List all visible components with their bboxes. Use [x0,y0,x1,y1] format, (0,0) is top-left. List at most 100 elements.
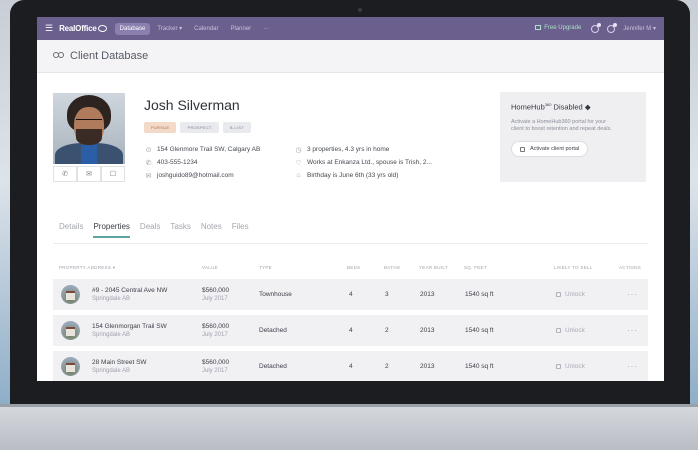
unlock-button[interactable]: Unlock [556,315,585,346]
unlock-button[interactable]: Unlock [556,279,585,310]
clock-icon: ◷ [295,146,302,154]
notifications-icon[interactable] [591,22,602,33]
homehub-description: Activate a HomeHub360 portal for your cl… [511,118,612,133]
nav-calendar[interactable]: Calendar [189,23,223,35]
app-logo[interactable]: RealOffice [59,24,107,33]
tab-tasks[interactable]: Tasks [170,222,190,238]
nav-planner[interactable]: Planner [226,23,257,35]
menu-icon[interactable]: ☰ [45,23,53,34]
table-row[interactable]: 28 Main Street SW Springdale AB $560,000 J… [53,351,648,381]
homehub-panel: HomeHub360 Disabled ◆ Activate a HomeHub… [500,92,646,182]
unlock-label: Unlock [565,291,585,298]
camera-dot [358,8,362,12]
nav-database[interactable]: Database [114,22,151,35]
properties-summary: 3 properties, 4.3 yrs in home [307,146,390,153]
header-year[interactable]: YEAR BUILT [419,265,448,270]
row-value: $560,000 [202,359,230,366]
app-screen: ☰ RealOffice Database Tracker ▾ Calendar… [37,17,664,381]
row-beds: 4 [349,363,353,370]
row-address[interactable]: #9 - 2045 Central Ave NW [92,287,167,294]
header-actions: ACTIONS [619,265,642,270]
header-sqft[interactable]: SQ. FEET [464,265,487,270]
row-type: Detached [259,363,287,370]
row-baths: 2 [385,327,389,334]
row-year: 2013 [420,291,435,298]
lock-icon [556,292,561,297]
row-city: Springdale AB [92,296,131,302]
free-upgrade-link[interactable]: Free Upgrade [535,25,582,32]
client-facts: ◷ 3 properties, 4.3 yrs in home ♡ Works at… [294,143,432,182]
table-header: PROPERTY ADDRESS ▾ VALUE TYPE BEDS BATHS… [59,265,649,273]
app-logo-text: RealOffice [59,24,97,33]
heart-icon: ♡ [295,159,302,167]
more-actions-icon[interactable]: ··· [627,290,638,299]
user-menu[interactable]: Jennifer M ▾ [623,25,656,32]
row-year: 2013 [420,327,435,334]
homehub-title-text: HomeHub [511,102,545,112]
row-city: Springdale AB [92,332,131,338]
mail-icon[interactable]: ✉ [77,166,101,182]
header-beds[interactable]: BEDS [347,265,360,270]
row-sqft: 1540 sq ft [465,327,494,334]
row-address[interactable]: 154 Glenmorgan Trail SW [92,323,167,330]
tab-deals[interactable]: Deals [140,222,160,238]
homehub-title: HomeHub360 Disabled ◆ [511,102,635,112]
row-city: Springdale AB [92,368,131,374]
row-value: $560,000 [202,287,230,294]
page-header: Client Database [37,40,664,73]
tabs-divider [53,243,648,244]
tag-b-list[interactable]: B-LIST [222,122,252,133]
activate-portal-label: Activate client portal [530,146,580,153]
row-type: Townhouse [259,291,292,298]
row-address[interactable]: 28 Main Street SW [92,359,147,366]
client-tabs: Details Properties Deals Tasks Notes Fil… [59,222,259,238]
free-upgrade-label: Free Upgrade [544,25,582,32]
header-likely[interactable]: LIKELY TO SELL [554,265,593,270]
tab-properties[interactable]: Properties [93,222,130,238]
more-actions-icon[interactable]: ··· [627,362,638,371]
email-small-icon: ✉ [145,172,152,180]
row-date: July 2017 [202,296,228,302]
row-baths: 3 [385,291,389,298]
header-address[interactable]: PROPERTY ADDRESS ▾ [59,265,115,271]
client-photo [53,93,125,164]
row-sqft: 1540 sq ft [465,291,494,298]
client-profile: ✆ ✉ ☐ Josh Silverman PURSUE PROSPECT B-L… [37,73,664,203]
more-actions-icon[interactable]: ··· [627,326,638,335]
monitor-chin [0,404,698,450]
row-value: $560,000 [202,323,230,330]
client-name: Josh Silverman [144,97,240,113]
row-date: July 2017 [202,368,228,374]
table-row[interactable]: #9 - 2045 Central Ave NW Springdale AB $5… [53,279,648,310]
unlock-button[interactable]: Unlock [556,351,585,381]
properties-table: #9 - 2045 Central Ave NW Springdale AB $5… [53,279,648,381]
chat-icon[interactable]: ☐ [101,166,125,182]
nav-tracker[interactable]: Tracker ▾ [152,22,187,35]
lock-icon [556,328,561,333]
unlock-label: Unlock [565,363,585,370]
lock-icon [520,146,525,152]
phone-icon[interactable]: ✆ [53,166,77,182]
people-icon [53,52,64,60]
table-row[interactable]: 154 Glenmorgan Trail SW Springdale AB $56… [53,315,648,346]
location-pin-icon: ⊙ [145,146,152,154]
homehub-status: Disabled [553,102,583,112]
house-thumbnail [61,357,80,376]
contact-info: ⊙ 154 Glenmore Trail SW, Calgary AB ✆ 403-… [144,143,261,182]
house-thumbnail [61,321,80,340]
tag-prospect[interactable]: PROSPECT [180,122,219,133]
tab-files[interactable]: Files [232,222,249,238]
tab-notes[interactable]: Notes [201,222,222,238]
row-year: 2013 [420,363,435,370]
client-email[interactable]: joshguido89@hotmail.com [157,172,234,179]
client-phone[interactable]: 403-555-1234 [157,159,197,166]
work-info: Works at Enkanza Ltd., spouse is Trish, … [307,159,432,166]
messages-icon[interactable] [607,22,618,33]
header-baths[interactable]: BATHS [384,265,400,270]
activate-portal-button[interactable]: Activate client portal [511,141,589,158]
nav-more[interactable]: ··· [258,23,274,35]
header-value[interactable]: VALUE [202,265,218,270]
header-type[interactable]: TYPE [259,265,272,270]
tab-details[interactable]: Details [59,222,83,238]
tag-pursue[interactable]: PURSUE [144,122,177,133]
